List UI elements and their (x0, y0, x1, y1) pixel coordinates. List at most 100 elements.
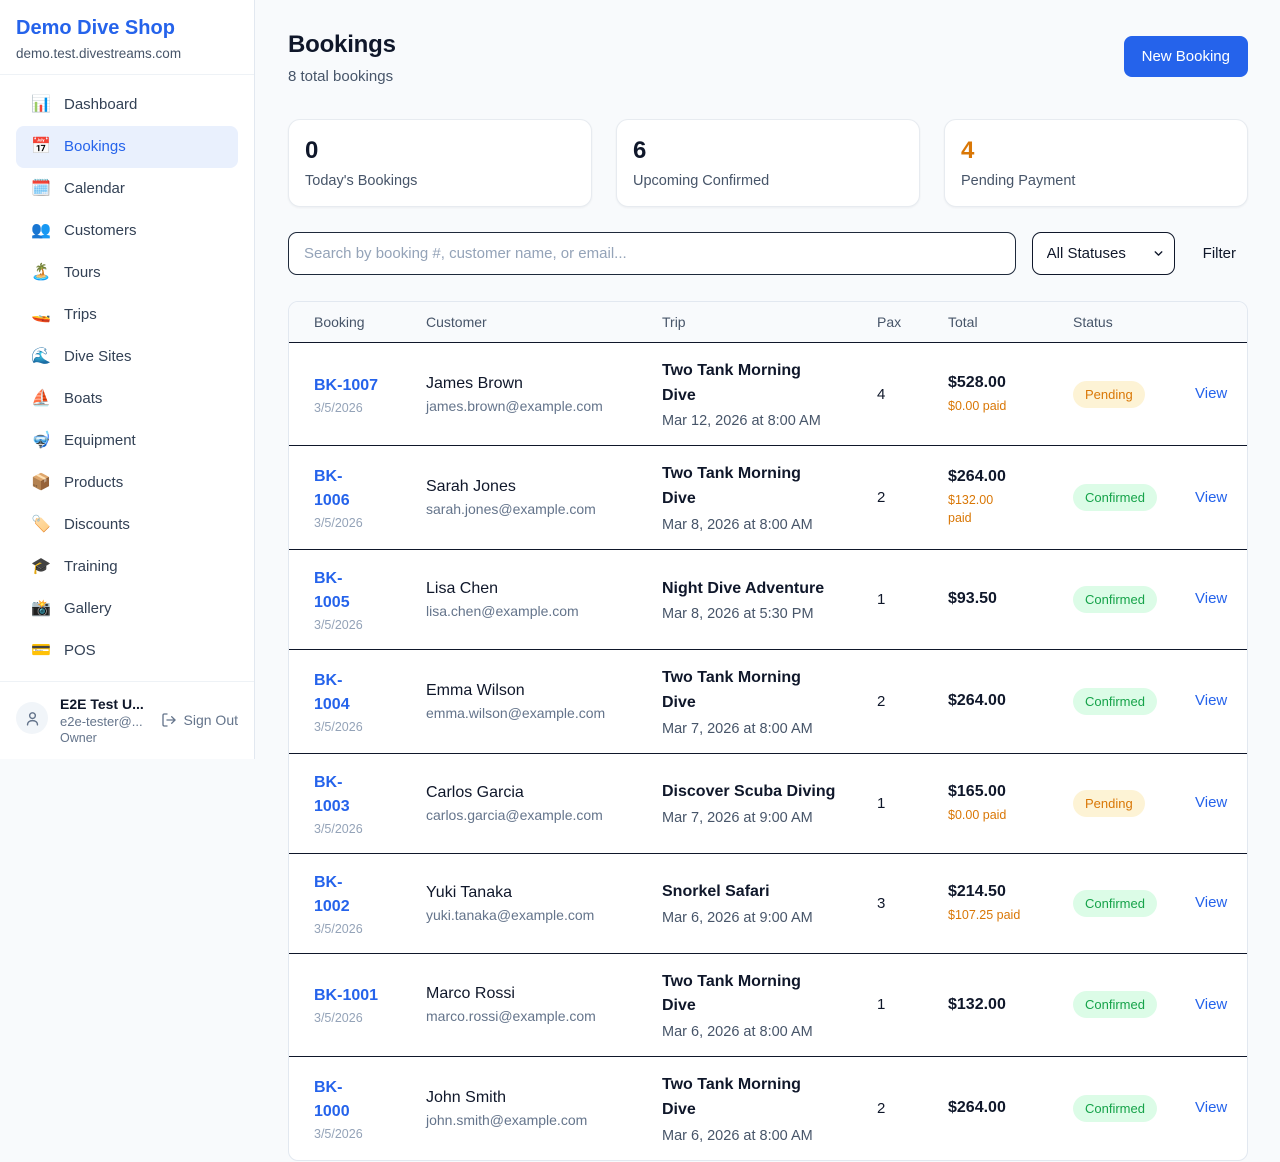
status-badge: Confirmed (1073, 1095, 1157, 1122)
table-row: BK-1004 3/5/2026 Emma Wilson emma.wilson… (289, 650, 1247, 754)
view-link[interactable]: View (1195, 996, 1227, 1013)
pax-count: 2 (877, 1100, 948, 1117)
trip-name: Two Tank Morning Dive (662, 462, 838, 512)
booking-date: 3/5/2026 (314, 822, 426, 836)
customer-email: lisa.chen@example.com (426, 603, 662, 619)
search-input[interactable] (288, 232, 1016, 275)
view-link[interactable]: View (1195, 385, 1227, 402)
sidebar-item-tours[interactable]: 🏝️ Tours (16, 252, 238, 294)
sidebar-item-discounts[interactable]: 🏷️ Discounts (16, 504, 238, 546)
status-select-wrap: All Statuses (1032, 232, 1175, 275)
calendar-icon: 🗓️ (31, 179, 51, 199)
sidebar-item-bookings[interactable]: 📅 Bookings (16, 126, 238, 168)
page-header: Bookings 8 total bookings New Booking (288, 31, 1248, 85)
diving-mask-icon: 🤿 (31, 431, 51, 451)
sidebar-item-equipment[interactable]: 🤿 Equipment (16, 420, 238, 462)
booking-id-link[interactable]: BK-1006 (314, 465, 360, 513)
sidebar-item-dashboard[interactable]: 📊 Dashboard (16, 84, 238, 126)
table-row: BK-1005 3/5/2026 Lisa Chen lisa.chen@exa… (289, 550, 1247, 650)
trip-name: Two Tank Morning Dive (662, 1073, 838, 1123)
total-amount: $214.50 (948, 883, 1073, 901)
booking-id-link[interactable]: BK-1000 (314, 1076, 360, 1124)
view-link[interactable]: View (1195, 489, 1227, 506)
view-link[interactable]: View (1195, 692, 1227, 709)
sidebar-item-dive-sites[interactable]: 🌊 Dive Sites (16, 336, 238, 378)
view-link[interactable]: View (1195, 894, 1227, 911)
trip-datetime: Mar 12, 2026 at 8:00 AM (662, 413, 877, 429)
brand-block: Demo Dive Shop demo.test.divestreams.com (0, 0, 254, 75)
customer-email: james.brown@example.com (426, 398, 662, 414)
user-name: E2E Test U... (60, 696, 149, 712)
pax-count: 4 (877, 386, 948, 403)
sidebar-item-training[interactable]: 🎓 Training (16, 546, 238, 588)
trip-datetime: Mar 7, 2026 at 8:00 AM (662, 721, 877, 737)
sidebar-footer: E2E Test U... e2e-tester@... Owner Sign … (0, 681, 254, 759)
main-content: Bookings 8 total bookings New Booking 0 … (256, 0, 1280, 1161)
table-row: BK-1002 3/5/2026 Yuki Tanaka yuki.tanaka… (289, 854, 1247, 954)
total-amount: $165.00 (948, 783, 1073, 801)
sidebar-item-label: Boats (64, 389, 102, 409)
column-header-status: Status (1073, 314, 1195, 330)
pax-count: 1 (877, 996, 948, 1013)
sidebar-item-label: Bookings (64, 137, 126, 157)
stat-card: 0 Today's Bookings (288, 119, 592, 207)
sidebar-item-pos[interactable]: 💳 POS (16, 630, 238, 672)
column-header-booking: Booking (314, 314, 426, 330)
booking-id-link[interactable]: BK-1001 (314, 984, 426, 1008)
column-header-customer: Customer (426, 314, 662, 330)
trip-datetime: Mar 7, 2026 at 9:00 AM (662, 810, 877, 826)
filter-button[interactable]: Filter (1191, 237, 1248, 270)
booking-id-link[interactable]: BK-1003 (314, 771, 360, 819)
customer-email: emma.wilson@example.com (426, 705, 662, 721)
booking-id-link[interactable]: BK-1002 (314, 871, 360, 919)
user-email: e2e-tester@... (60, 714, 149, 729)
brand-name: Demo Dive Shop (16, 17, 238, 40)
status-select[interactable]: All Statuses (1032, 232, 1175, 275)
graduation-cap-icon: 🎓 (31, 557, 51, 577)
booking-id-link[interactable]: BK-1005 (314, 567, 360, 615)
booking-id-link[interactable]: BK-1007 (314, 374, 426, 398)
new-booking-button[interactable]: New Booking (1124, 36, 1248, 77)
table-row: BK-1001 3/5/2026 Marco Rossi marco.rossi… (289, 954, 1247, 1058)
column-header-trip: Trip (662, 314, 877, 330)
pax-count: 1 (877, 591, 948, 608)
sidebar-item-trips[interactable]: 🚤 Trips (16, 294, 238, 336)
wave-icon: 🌊 (31, 347, 51, 367)
booking-id-link[interactable]: BK-1004 (314, 669, 360, 717)
tag-icon: 🏷️ (31, 515, 51, 535)
sidebar-item-boats[interactable]: ⛵ Boats (16, 378, 238, 420)
stat-label: Today's Bookings (305, 173, 575, 189)
paid-amount: $107.25 paid (948, 906, 1073, 924)
sidebar-item-label: Dive Sites (64, 347, 132, 367)
sidebar-item-customers[interactable]: 👥 Customers (16, 210, 238, 252)
table-body: BK-1007 3/5/2026 James Brown james.brown… (289, 343, 1247, 1160)
sidebar-item-gallery[interactable]: 📸 Gallery (16, 588, 238, 630)
stats-cards: 0 Today's Bookings 6 Upcoming Confirmed … (288, 119, 1248, 207)
stat-value: 6 (633, 137, 903, 166)
table-row: BK-1007 3/5/2026 James Brown james.brown… (289, 343, 1247, 447)
view-link[interactable]: View (1195, 1099, 1227, 1116)
booking-date: 3/5/2026 (314, 1011, 426, 1025)
trip-datetime: Mar 8, 2026 at 5:30 PM (662, 606, 877, 622)
view-link[interactable]: View (1195, 794, 1227, 811)
customer-email: john.smith@example.com (426, 1112, 662, 1128)
brand-domain: demo.test.divestreams.com (16, 46, 238, 61)
total-amount: $132.00 (948, 996, 1073, 1014)
pax-count: 2 (877, 489, 948, 506)
total-amount: $264.00 (948, 468, 1073, 486)
sign-out-button[interactable]: Sign Out (161, 712, 238, 728)
paid-amount: $0.00 paid (948, 397, 1073, 415)
sidebar-item-label: POS (64, 641, 96, 661)
stat-value: 0 (305, 137, 575, 166)
view-link[interactable]: View (1195, 590, 1227, 607)
sidebar-item-products[interactable]: 📦 Products (16, 462, 238, 504)
pax-count: 1 (877, 795, 948, 812)
sidebar-item-label: Training (64, 557, 118, 577)
package-icon: 📦 (31, 473, 51, 493)
stat-value: 4 (961, 137, 1231, 166)
sidebar-item-label: Gallery (64, 599, 112, 619)
customer-email: marco.rossi@example.com (426, 1008, 662, 1024)
status-badge: Confirmed (1073, 890, 1157, 917)
sidebar-item-calendar[interactable]: 🗓️ Calendar (16, 168, 238, 210)
total-amount: $93.50 (948, 590, 1073, 608)
